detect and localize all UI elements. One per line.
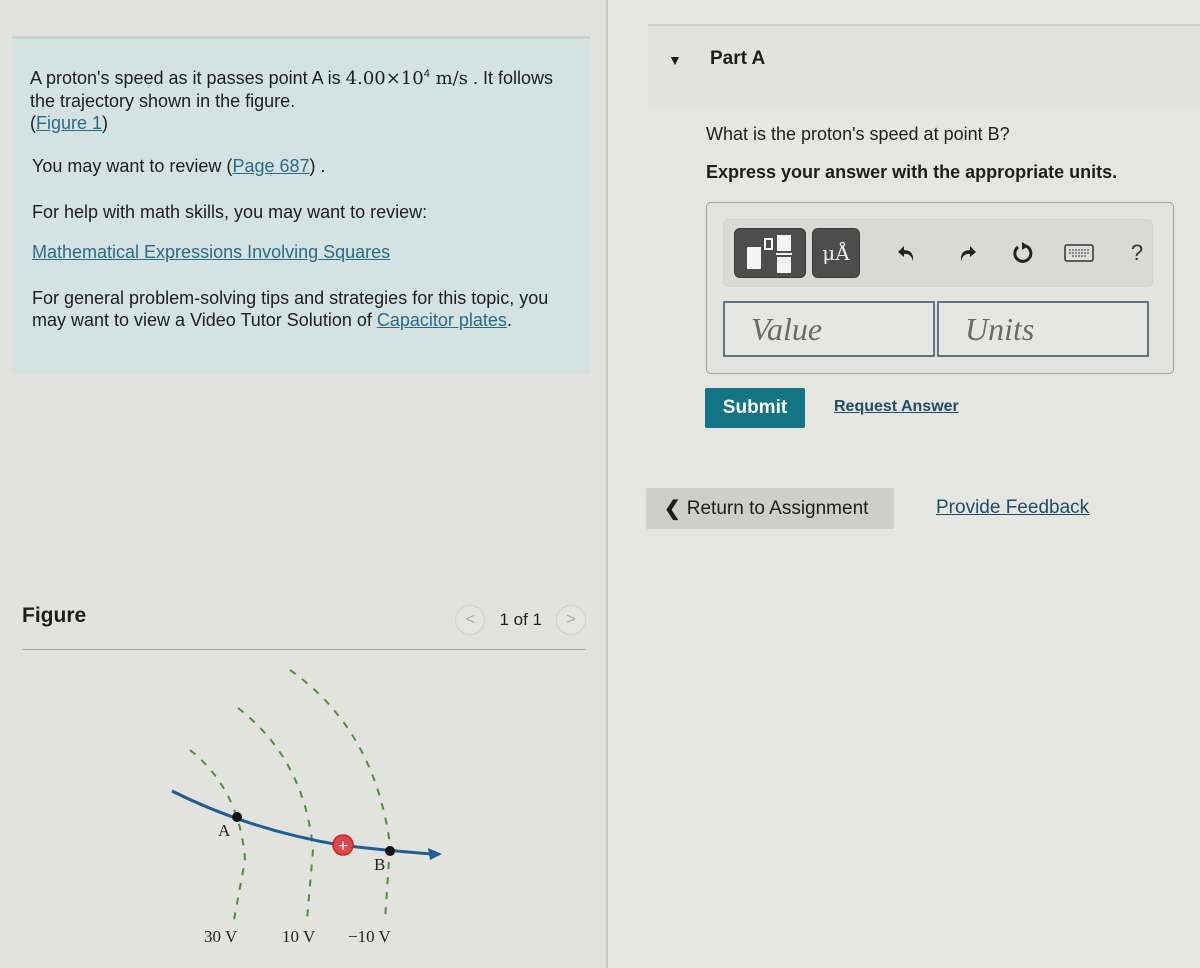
speed-exponent: 4 [423, 68, 430, 80]
previous-figure-button[interactable]: < [455, 605, 486, 635]
reset-button[interactable] [1008, 238, 1038, 268]
redo-button[interactable] [952, 238, 982, 268]
figure-header: Figure < 1 of 1 > [22, 598, 586, 650]
equipotential-label-10v: 10 V [282, 927, 316, 946]
units-button[interactable]: μÅ [812, 228, 860, 278]
point-b-marker [385, 846, 395, 856]
intro-text: A proton's speed as it passes point A is [30, 68, 346, 88]
figure-pager: < 1 of 1 > [455, 605, 586, 635]
equipotential-label-neg10v: −10 V [348, 927, 392, 946]
speed-mantissa: 4.00×10 [345, 68, 424, 89]
trajectory-arrowhead [428, 848, 442, 860]
reset-icon [1013, 242, 1033, 263]
return-to-assignment-button[interactable]: ❮ Return to Assignment [646, 488, 894, 529]
chevron-left-icon: < [465, 611, 476, 628]
undo-button[interactable] [892, 238, 922, 268]
math-help-text: For help with math skills, you may want … [32, 202, 428, 222]
help-button[interactable]: ? [1122, 238, 1152, 268]
request-answer-link[interactable]: Request Answer [834, 398, 959, 416]
review-text: You may want to review (Page 687) . [32, 155, 326, 177]
templates-button[interactable] [734, 228, 806, 278]
redo-icon [960, 246, 976, 261]
review-suffix: ) . [309, 156, 326, 176]
chevron-right-icon: > [566, 611, 576, 628]
part-title: Part A [710, 48, 766, 69]
question-pane: ▼ Part A What is the proton's speed at p… [608, 0, 1200, 968]
units-input[interactable]: Units [937, 301, 1149, 357]
instruction-text: Express your answer with the appropriate… [706, 162, 1118, 182]
tips-suffix: . [506, 310, 512, 330]
keyboard-icon [1064, 244, 1094, 262]
return-label: Return to Assignment [686, 497, 869, 519]
provide-feedback-link[interactable]: Provide Feedback [936, 497, 1089, 519]
equipotential-line-neg10v [289, 669, 392, 921]
proton-plus-sign: + [337, 838, 349, 854]
problem-statement: A proton's speed as it passes point A is… [30, 63, 570, 134]
proton-trajectory [171, 789, 433, 856]
point-a-label: A [218, 821, 231, 840]
units-icon: μÅ [822, 241, 850, 265]
review-prefix: You may want to review ( [32, 156, 233, 176]
keyboard-button[interactable] [1064, 238, 1094, 268]
collapse-toggle-icon[interactable]: ▼ [668, 52, 682, 68]
speed-value: 4.00×104 m/s [346, 68, 468, 89]
value-input[interactable]: Value [723, 301, 935, 357]
templates-icon [747, 235, 792, 273]
figure-1-link[interactable]: Figure 1 [36, 113, 102, 133]
math-expressions-link[interactable]: Mathematical Expressions Involving Squar… [32, 242, 390, 262]
tips-text: For general problem-solving tips and str… [32, 287, 572, 331]
help-icon: ? [1130, 240, 1144, 265]
equipotential-line-10v [237, 707, 315, 921]
answer-box: μÅ ? Value Units [706, 202, 1174, 374]
page-687-link[interactable]: Page 687 [232, 156, 309, 176]
undo-icon [898, 246, 914, 261]
chevron-left-icon: ❮ [664, 498, 681, 520]
speed-unit: m/s [435, 68, 468, 89]
point-a-marker [232, 812, 242, 822]
part-a-header[interactable]: ▼ Part A [648, 24, 1200, 108]
paren-close: ) [102, 113, 109, 133]
figure-diagram: + A B 30 V 10 V −10 V [171, 669, 442, 946]
figure-title: Figure [22, 604, 87, 627]
question-text: What is the proton's speed at point B? [706, 124, 1010, 144]
figure-page-count: 1 of 1 [499, 610, 542, 629]
equipotential-label-30v: 30 V [204, 927, 238, 946]
submit-button[interactable]: Submit [705, 388, 805, 428]
problem-pane: A proton's speed as it passes point A is… [0, 0, 606, 968]
math-toolbar: μÅ ? [723, 219, 1153, 287]
point-b-label: B [374, 855, 385, 874]
capacitor-plates-link[interactable]: Capacitor plates [377, 310, 507, 330]
next-figure-button[interactable]: > [556, 605, 586, 635]
problem-intro-box: A proton's speed as it passes point A is… [12, 36, 590, 374]
